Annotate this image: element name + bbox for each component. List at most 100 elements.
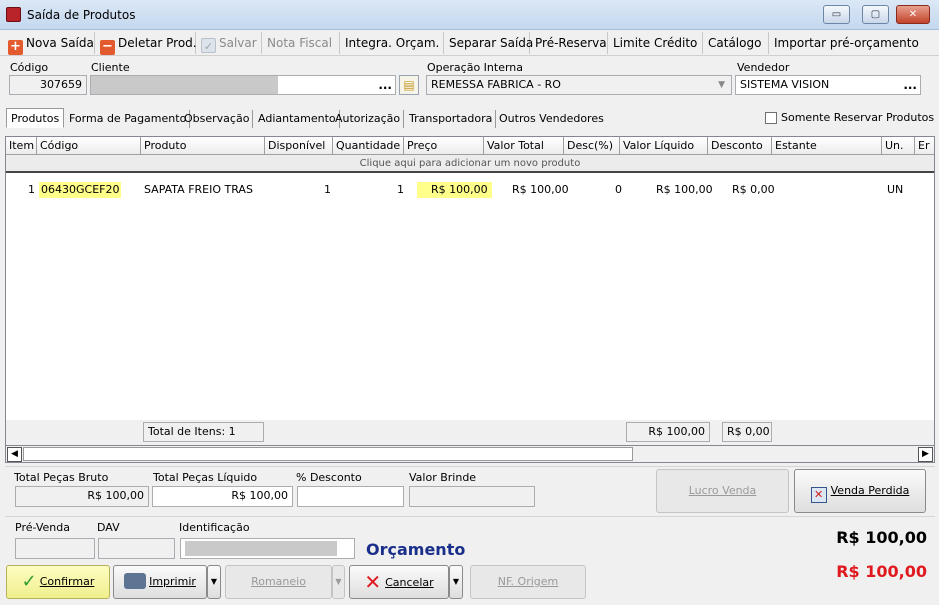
- row-valor-total: R$ 100,00: [512, 183, 569, 196]
- printer-icon: [124, 573, 147, 589]
- tab-outros-vendedores[interactable]: Outros Vendedores: [496, 110, 607, 128]
- salvar-label: Salvar: [219, 36, 257, 50]
- grid-totals-bar: Total de Itens: 1 R$ 100,00 R$ 0,00: [5, 420, 935, 445]
- lucro-venda-button[interactable]: Lucro Venda: [656, 469, 789, 513]
- romaneio-dropdown[interactable]: ▼: [332, 565, 345, 599]
- cancelar-button[interactable]: ✕ Cancelar: [349, 565, 449, 599]
- bruto-field[interactable]: R$ 100,00: [15, 486, 149, 507]
- nota-fiscal-button[interactable]: Nota Fiscal: [262, 32, 340, 54]
- somente-reservar-label: Somente Reservar Produtos: [781, 111, 935, 124]
- cancel-x-icon: ✕: [364, 570, 382, 594]
- vendedor-lookup-button[interactable]: ...: [903, 76, 917, 94]
- desconto-pct-field[interactable]: [297, 486, 404, 507]
- products-grid: Item Código Produto Disponível Quantidad…: [5, 136, 935, 445]
- col-valor-liquido[interactable]: Valor Líquido: [620, 137, 708, 155]
- imprimir-button[interactable]: Imprimir: [113, 565, 207, 599]
- tab-forma-pagamento[interactable]: Forma de Pagamento: [66, 110, 191, 128]
- row-quantidade: 1: [397, 183, 404, 196]
- chevron-down-icon: ▼: [718, 80, 725, 90]
- salvar-button[interactable]: ✓ Salvar: [196, 32, 262, 54]
- row-desconto: R$ 0,00: [732, 183, 775, 196]
- limite-credito-button[interactable]: Limite Crédito: [608, 32, 703, 54]
- title-bar: Saída de Produtos ▭ ▢ ✕: [0, 0, 939, 30]
- row-codigo: 06430GCEF20: [39, 182, 122, 198]
- col-codigo[interactable]: Código: [37, 137, 141, 155]
- cliente-field[interactable]: ...: [90, 75, 396, 95]
- somente-reservar-checkbox[interactable]: [765, 112, 777, 124]
- venda-perdida-label: Venda Perdida: [830, 484, 910, 497]
- folder-icon[interactable]: ▤: [399, 75, 419, 95]
- row-desc: 0: [615, 183, 622, 196]
- total-amount: R$ 100,00: [836, 528, 927, 547]
- cancelar-dropdown[interactable]: ▼: [449, 565, 463, 599]
- cancelar-label: Cancelar: [385, 576, 434, 589]
- tab-adiantamento[interactable]: Adiantamento: [255, 110, 340, 128]
- imprimir-label: Imprimir: [149, 575, 196, 588]
- col-item[interactable]: Item: [6, 137, 37, 155]
- deletar-prod-button[interactable]: − Deletar Prod.: [95, 32, 197, 55]
- tab-observacao[interactable]: Observação: [181, 110, 254, 128]
- confirmar-button[interactable]: ✓ Confirmar: [6, 565, 110, 599]
- app-icon: [6, 7, 21, 22]
- operacao-select[interactable]: REMESSA FABRICA - RO ▼: [426, 75, 732, 95]
- add-product-row[interactable]: Clique aqui para adicionar um novo produ…: [6, 155, 934, 173]
- col-disponivel[interactable]: Disponível: [265, 137, 333, 155]
- separar-saida-button[interactable]: Separar Saída: [444, 32, 533, 54]
- window-title: Saída de Produtos: [27, 8, 136, 22]
- orcamento-label: Orçamento: [366, 540, 466, 559]
- tab-autorizacao[interactable]: Autorização: [332, 110, 405, 128]
- row-un: UN: [887, 183, 904, 196]
- col-produto[interactable]: Produto: [141, 137, 265, 155]
- col-quantidade[interactable]: Quantidade: [333, 137, 404, 155]
- confirmar-label: Confirmar: [39, 575, 95, 588]
- dav-field[interactable]: [98, 538, 175, 559]
- vendedor-value: SISTEMA VISION: [740, 78, 830, 91]
- romaneio-button[interactable]: Romaneio: [225, 565, 332, 599]
- col-preco[interactable]: Preço: [404, 137, 484, 155]
- pre-venda-field[interactable]: [15, 538, 95, 559]
- divider: [5, 466, 935, 467]
- check-icon: ✓: [201, 38, 216, 53]
- col-desc[interactable]: Desc(%): [564, 137, 620, 155]
- close-button[interactable]: ✕: [896, 5, 930, 24]
- scroll-right-icon[interactable]: ▶: [918, 447, 933, 462]
- col-valor-total[interactable]: Valor Total: [484, 137, 564, 155]
- identificacao-label: Identificação: [179, 521, 250, 534]
- row-valor-liquido: R$ 100,00: [656, 183, 713, 196]
- row-preco: R$ 100,00: [417, 182, 492, 198]
- col-estante[interactable]: Estante: [772, 137, 882, 155]
- liquido-field[interactable]: R$ 100,00: [152, 486, 293, 507]
- identificacao-field[interactable]: [180, 538, 355, 559]
- divider: [5, 516, 935, 517]
- vendedor-field[interactable]: SISTEMA VISION ...: [735, 75, 921, 95]
- minimize-button[interactable]: ▭: [823, 5, 850, 24]
- tab-produtos[interactable]: Produtos: [6, 108, 65, 128]
- total-amount-red: R$ 100,00: [836, 562, 927, 581]
- scroll-thumb[interactable]: [23, 447, 633, 461]
- row-produto: SAPATA FREIO TRAS: [144, 183, 253, 196]
- minus-icon: −: [100, 40, 115, 55]
- imprimir-dropdown[interactable]: ▼: [207, 565, 221, 599]
- integra-orcam-button[interactable]: Integra. Orçam.: [340, 32, 444, 54]
- total-desconto: R$ 0,00: [722, 422, 772, 442]
- brinde-field[interactable]: [409, 486, 535, 507]
- catalogo-button[interactable]: Catálogo: [703, 32, 769, 54]
- pre-reserva-button[interactable]: Pré-Reserva: [530, 32, 608, 54]
- tab-transportadora[interactable]: Transportadora: [406, 110, 497, 128]
- codigo-field[interactable]: 307659: [9, 75, 87, 95]
- maximize-button[interactable]: ▢: [862, 5, 889, 24]
- cliente-redacted: [91, 76, 278, 94]
- importar-pre-orcamento-button[interactable]: Importar pré-orçamento: [769, 32, 919, 54]
- identificacao-redacted: [185, 541, 337, 556]
- vendedor-label: Vendedor: [737, 61, 790, 74]
- col-un[interactable]: Un.: [882, 137, 915, 155]
- venda-perdida-button[interactable]: ✕ Venda Perdida: [794, 469, 926, 513]
- nf-origem-button[interactable]: NF. Origem: [470, 565, 586, 599]
- scroll-left-icon[interactable]: ◀: [7, 447, 22, 462]
- cliente-lookup-button[interactable]: ...: [378, 76, 392, 94]
- col-desconto[interactable]: Desconto: [708, 137, 772, 155]
- nova-saida-button[interactable]: + Nova Saída: [3, 32, 95, 55]
- cliente-label: Cliente: [91, 61, 130, 74]
- col-er[interactable]: Er: [915, 137, 934, 155]
- horizontal-scrollbar[interactable]: ◀ ▶: [5, 445, 935, 463]
